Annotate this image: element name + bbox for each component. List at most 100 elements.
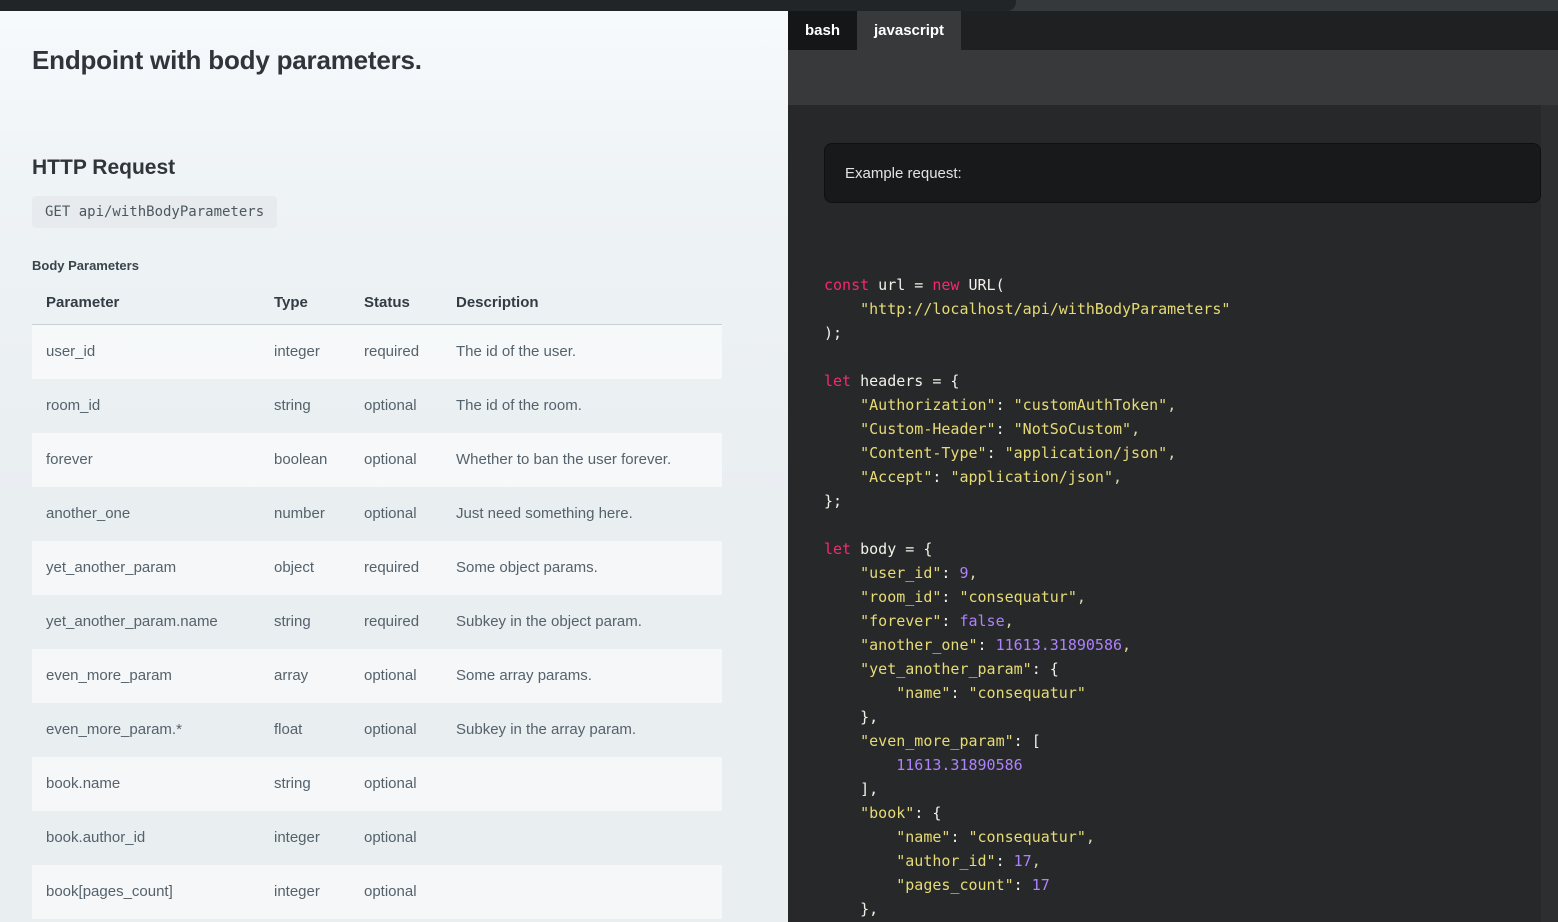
cell-description — [456, 811, 722, 865]
cell-parameter: even_more_param — [32, 649, 274, 703]
table-header-row: ParameterTypeStatusDescription — [32, 286, 722, 325]
cell-type: integer — [274, 865, 364, 919]
cell-status: optional — [364, 433, 456, 487]
table-row: yet_another_param.namestringrequiredSubk… — [32, 595, 722, 649]
code-line: let body = { — [824, 537, 1558, 561]
code-line: "name": "consequatur", — [824, 825, 1558, 849]
cell-status: required — [364, 325, 456, 380]
table-row: even_more_paramarrayoptionalSome array p… — [32, 649, 722, 703]
cell-parameter: book.name — [32, 757, 274, 811]
cell-description: Just need something here. — [456, 487, 722, 541]
cell-status: optional — [364, 865, 456, 919]
language-tabbar: bashjavascript — [788, 11, 1558, 50]
code-line: "user_id": 9, — [824, 561, 1558, 585]
cell-type: float — [274, 703, 364, 757]
code-line — [824, 345, 1558, 369]
table-row: even_more_param.*floatoptionalSubkey in … — [32, 703, 722, 757]
cell-parameter: yet_another_param.name — [32, 595, 274, 649]
table-row: room_idstringoptionalThe id of the room. — [32, 379, 722, 433]
code-line: const url = new URL( — [824, 273, 1558, 297]
cell-parameter: yet_another_param — [32, 541, 274, 595]
code-line: "Content-Type": "application/json", — [824, 441, 1558, 465]
code-line: "Authorization": "customAuthToken", — [824, 393, 1558, 417]
example-request-box: Example request: — [824, 143, 1541, 203]
code-line: "http://localhost/api/withBodyParameters… — [824, 297, 1558, 321]
code-line: }, — [824, 705, 1558, 729]
tab-bash[interactable]: bash — [788, 11, 857, 50]
cell-parameter: user_id — [32, 325, 274, 380]
code-panel: bashjavascript Example request: const ur… — [788, 11, 1558, 922]
cell-type: string — [274, 757, 364, 811]
code-line: }; — [824, 489, 1558, 513]
code-line: "yet_another_param": { — [824, 657, 1558, 681]
tab-substrip — [788, 50, 1558, 105]
top-strip-dark-segment — [0, 0, 1016, 11]
code-line: 11613.31890586 — [824, 753, 1558, 777]
column-header-parameter: Parameter — [32, 286, 274, 325]
cell-type: boolean — [274, 433, 364, 487]
code-line: "name": "consequatur" — [824, 681, 1558, 705]
cell-parameter: room_id — [32, 379, 274, 433]
table-row: book[pages_count]integeroptional — [32, 865, 722, 919]
cell-parameter: even_more_param.* — [32, 703, 274, 757]
table-row: another_onenumberoptionalJust need somet… — [32, 487, 722, 541]
cell-description: The id of the room. — [456, 379, 722, 433]
table-row: user_idintegerrequiredThe id of the user… — [32, 325, 722, 380]
cell-type: string — [274, 379, 364, 433]
cell-parameter: forever — [32, 433, 274, 487]
cell-type: integer — [274, 325, 364, 380]
table-row: book.namestringoptional — [32, 757, 722, 811]
cell-status: optional — [364, 757, 456, 811]
cell-type: array — [274, 649, 364, 703]
body-parameters-label: Body Parameters — [32, 258, 788, 273]
documentation-panel: Endpoint with body parameters. HTTP Requ… — [0, 11, 788, 922]
column-header-description: Description — [456, 286, 722, 325]
cell-status: optional — [364, 487, 456, 541]
table-row: yet_another_paramobjectrequiredSome obje… — [32, 541, 722, 595]
scrollbar-track[interactable] — [1541, 105, 1558, 922]
cell-status: optional — [364, 379, 456, 433]
cell-description: Whether to ban the user forever. — [456, 433, 722, 487]
table-row: foreverbooleanoptionalWhether to ban the… — [32, 433, 722, 487]
code-line: "author_id": 17, — [824, 849, 1558, 873]
http-request-heading: HTTP Request — [32, 156, 756, 180]
table-row: book.author_idintegeroptional — [32, 811, 722, 865]
cell-type: integer — [274, 811, 364, 865]
endpoint-method-badge: GET api/withBodyParameters — [32, 196, 277, 228]
cell-parameter: book.author_id — [32, 811, 274, 865]
code-line: "Custom-Header": "NotSoCustom", — [824, 417, 1558, 441]
column-header-status: Status — [364, 286, 456, 325]
cell-type: number — [274, 487, 364, 541]
cell-description: Subkey in the object param. — [456, 595, 722, 649]
code-line: "room_id": "consequatur", — [824, 585, 1558, 609]
cell-parameter: another_one — [32, 487, 274, 541]
body-parameters-table: ParameterTypeStatusDescription user_idin… — [32, 286, 722, 919]
cell-status: required — [364, 595, 456, 649]
code-line: "even_more_param": [ — [824, 729, 1558, 753]
code-line: }, — [824, 897, 1558, 921]
code-line — [824, 513, 1558, 537]
code-line: "Accept": "application/json", — [824, 465, 1558, 489]
page-title: Endpoint with body parameters. — [32, 44, 756, 76]
cell-parameter: book[pages_count] — [32, 865, 274, 919]
code-line: "pages_count": 17 — [824, 873, 1558, 897]
top-strip — [0, 0, 1558, 11]
tab-javascript[interactable]: javascript — [857, 11, 961, 50]
cell-type: string — [274, 595, 364, 649]
cell-status: optional — [364, 703, 456, 757]
cell-status: required — [364, 541, 456, 595]
cell-description — [456, 757, 722, 811]
code-line: "forever": false, — [824, 609, 1558, 633]
api-docs-page: { "left_panel": { "title": "Endpoint wit… — [0, 0, 1558, 922]
cell-description — [456, 865, 722, 919]
cell-status: optional — [364, 649, 456, 703]
cell-description: The id of the user. — [456, 325, 722, 380]
column-header-type: Type — [274, 286, 364, 325]
example-request-label: Example request: — [845, 165, 962, 182]
cell-type: object — [274, 541, 364, 595]
code-line: let headers = { — [824, 369, 1558, 393]
cell-description: Some array params. — [456, 649, 722, 703]
cell-description: Some object params. — [456, 541, 722, 595]
code-line: "another_one": 11613.31890586, — [824, 633, 1558, 657]
code-line: ); — [824, 321, 1558, 345]
